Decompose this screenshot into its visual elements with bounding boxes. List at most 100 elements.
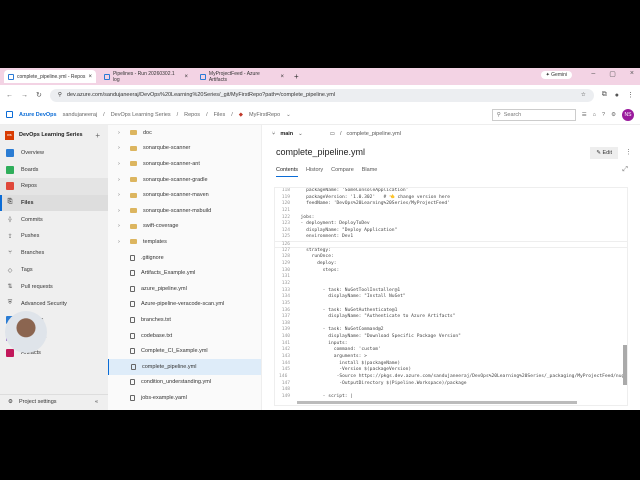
add-icon[interactable]: +	[95, 131, 100, 140]
forward-icon[interactable]: →	[21, 92, 28, 99]
folder-item[interactable]: › templates	[108, 234, 261, 250]
tab-artifacts[interactable]: MyProjectFeed - Azure Artifacts ×	[196, 70, 288, 83]
help-icon[interactable]: ?	[602, 112, 605, 118]
sidebar-item-pull-requests[interactable]: ⇅ Pull requests	[0, 278, 108, 295]
sidebar-item-files[interactable]: ⎘ Files	[0, 194, 108, 212]
close-tab-icon[interactable]: ×	[280, 74, 284, 80]
file-item[interactable]: Azure-pipeline-veracode-scan.yml	[108, 297, 261, 313]
pull-requests-icon: ⇅	[7, 284, 13, 291]
chevron-down-icon[interactable]: ⌄	[286, 112, 291, 118]
new-tab-button[interactable]: +	[294, 72, 299, 81]
file-item[interactable]: branches.txt	[108, 312, 261, 328]
breadcrumb-project[interactable]: DevOps Learning Series	[111, 112, 171, 118]
folder-item[interactable]: › sonarqube-scanner-maven	[108, 187, 261, 203]
pushes-icon: ⇪	[7, 233, 13, 240]
collapse-icon[interactable]: «	[95, 399, 98, 405]
close-window-icon[interactable]: ×	[630, 70, 634, 78]
chevron-down-icon[interactable]: ⌄	[298, 131, 303, 137]
breadcrumb-org[interactable]: sandujaneeraj	[63, 112, 98, 118]
line-number: 121	[281, 207, 290, 213]
tab-pipelines[interactable]: Pipelines - Run 20260302.1 log ×	[100, 70, 192, 83]
file-item[interactable]: azure_pipeline.yml	[108, 281, 261, 297]
close-tab-icon[interactable]: ×	[88, 74, 92, 80]
branch-selector[interactable]: main	[280, 131, 293, 137]
folder-item[interactable]: › sonarqube-scanner-gradle	[108, 172, 261, 188]
chevron-right-icon: ›	[118, 238, 120, 245]
profile-icon[interactable]: ●	[615, 92, 619, 99]
tab-contents[interactable]: Contents	[276, 167, 299, 177]
page-title: complete_pipeline.yml	[276, 147, 366, 157]
folder-icon	[130, 208, 137, 214]
folder-item[interactable]: › sonarqube-scanner	[108, 141, 261, 157]
vertical-scrollbar[interactable]	[623, 345, 627, 385]
sidebar-item-boards[interactable]: Boards	[0, 162, 108, 179]
tree-item-label: sonarqube-scanner	[143, 145, 191, 152]
file-item[interactable]: Complete_CI_Example.yml	[108, 343, 261, 359]
line-text: -Version $(packageVersion)	[295, 367, 412, 373]
reload-icon[interactable]: ↻	[36, 91, 42, 99]
url-input[interactable]: ⚲ dev.azure.com/sandujaneeraj/DevOps%20Le…	[49, 88, 594, 102]
tab-compare[interactable]: Compare	[331, 167, 354, 177]
tree-item-label: sonarqube-scanner-gradle	[143, 176, 208, 183]
tree-item-label: azure_pipeline.yml	[141, 285, 187, 292]
avatar[interactable]: NS	[622, 108, 634, 121]
folder-icon	[130, 223, 137, 229]
gemini-button[interactable]: ✦ Gemini	[540, 71, 572, 79]
sidebar-item-advanced-security[interactable]: ⛨ Advanced Security	[0, 295, 108, 312]
site-info-icon[interactable]: ⚲	[58, 92, 62, 98]
file-icon	[130, 332, 135, 339]
tree-item-label: Artifacts_Example.yml	[141, 270, 196, 277]
minimize-icon[interactable]: –	[591, 70, 595, 78]
project-settings[interactable]: ⚙ Project settings «	[0, 394, 108, 408]
edit-button[interactable]: ✎ Edit	[590, 147, 618, 159]
file-item[interactable]: .gitignore	[108, 250, 261, 266]
sidebar-item-tags[interactable]: ◇ Tags	[0, 262, 108, 279]
tree-item-label: condition_understanding.yml	[141, 379, 212, 386]
folder-item[interactable]: › sonarqube-scanner-ant	[108, 156, 261, 172]
file-item[interactable]: condition_understanding.yml	[108, 375, 261, 391]
tab-complete-pipeline[interactable]: complete_pipeline.yml - Repos ×	[4, 70, 96, 83]
tab-blame[interactable]: Blame	[362, 167, 378, 177]
file-item[interactable]: Artifacts_Example.yml	[108, 265, 261, 281]
sidebar-item-label: Boards	[21, 166, 39, 173]
horizontal-scrollbar[interactable]	[297, 401, 577, 404]
close-tab-icon[interactable]: ×	[184, 74, 188, 80]
code-line: 125 environment: Dev1	[275, 234, 627, 241]
sidebar-item-pushes[interactable]: ⇪ Pushes	[0, 228, 108, 245]
line-text: arguments: >	[295, 354, 367, 360]
file-icon	[130, 348, 135, 355]
shopping-bag-icon[interactable]: ⌂	[593, 112, 596, 118]
list-icon[interactable]: ☰	[582, 112, 587, 118]
tags-icon: ◇	[7, 267, 13, 274]
file-path[interactable]: complete_pipeline.yml	[347, 131, 401, 137]
search-input[interactable]: ⚲ Search	[491, 108, 576, 121]
brand[interactable]: Azure DevOps	[19, 112, 57, 118]
tab-history[interactable]: History	[306, 167, 323, 177]
code-editor[interactable]: 118 packageName: 'SomeConsoleApplication…	[274, 187, 628, 406]
sidebar-item-repos[interactable]: Repos	[0, 178, 108, 195]
sidebar-item-commits[interactable]: ⟠ Commits	[0, 211, 108, 228]
menu-icon[interactable]: ⋮	[627, 91, 634, 99]
breadcrumb-page[interactable]: Files	[214, 112, 226, 118]
project-header[interactable]: DS DevOps Learning Series +	[0, 125, 108, 145]
folder-item[interactable]: › sonarqube-scanner-msbuild	[108, 203, 261, 219]
file-item[interactable]: complete_pipeline.yml	[108, 358, 261, 375]
user-settings-icon[interactable]: ⚙	[611, 112, 616, 118]
chevron-right-icon: ›	[118, 223, 120, 230]
code-line: 131	[275, 274, 627, 281]
file-item[interactable]: jobs-example.yaml	[108, 390, 261, 406]
file-item[interactable]: codebase.txt	[108, 328, 261, 344]
folder-item[interactable]: › doc	[108, 125, 261, 141]
back-icon[interactable]: ←	[6, 92, 13, 99]
restore-icon[interactable]: ▢	[609, 70, 616, 78]
sidebar-item-overview[interactable]: Overview	[0, 145, 108, 162]
file-icon	[130, 394, 135, 401]
more-options-icon[interactable]: ⋮	[625, 148, 632, 156]
fullscreen-icon[interactable]: ⤢	[622, 166, 628, 174]
bookmark-star-icon[interactable]: ☆	[581, 92, 586, 98]
extensions-icon[interactable]: ⧉	[602, 91, 607, 99]
sidebar-item-branches[interactable]: ⑂ Branches	[0, 245, 108, 262]
breadcrumb-repo[interactable]: MyFirstRepo	[249, 112, 280, 118]
breadcrumb-section[interactable]: Repos	[184, 112, 200, 118]
folder-item[interactable]: › swift-coverage	[108, 219, 261, 235]
